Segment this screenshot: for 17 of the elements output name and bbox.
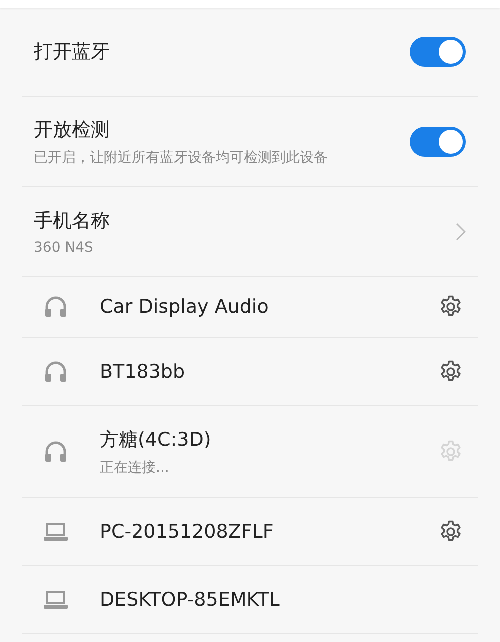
headphones-icon <box>44 296 68 318</box>
device-name[interactable]: Car Display Audio <box>100 296 269 318</box>
headphones-icon <box>44 440 68 462</box>
toggle-switch[interactable] <box>410 126 466 156</box>
headphones-icon <box>44 360 68 382</box>
setting-subtitle: 已开启，让附近所有蓝牙设备均可检测到此设备 <box>34 148 328 166</box>
setting-title: 手机名称 <box>34 208 110 234</box>
laptop-icon <box>44 590 68 608</box>
toggle-switch[interactable] <box>410 37 466 67</box>
device-name[interactable]: PC-20151208ZFLF <box>100 520 274 542</box>
setting-title: 打开蓝牙 <box>34 40 110 65</box>
device-name[interactable]: DESKTOP-85EMKTL <box>100 588 280 610</box>
setting-title: 开放检测 <box>34 118 110 142</box>
setting-subtitle: 360 N4S <box>34 240 94 256</box>
device-name[interactable]: BT183bb <box>100 360 186 382</box>
device-status: 正在连接... <box>100 458 170 476</box>
laptop-icon <box>44 522 68 540</box>
